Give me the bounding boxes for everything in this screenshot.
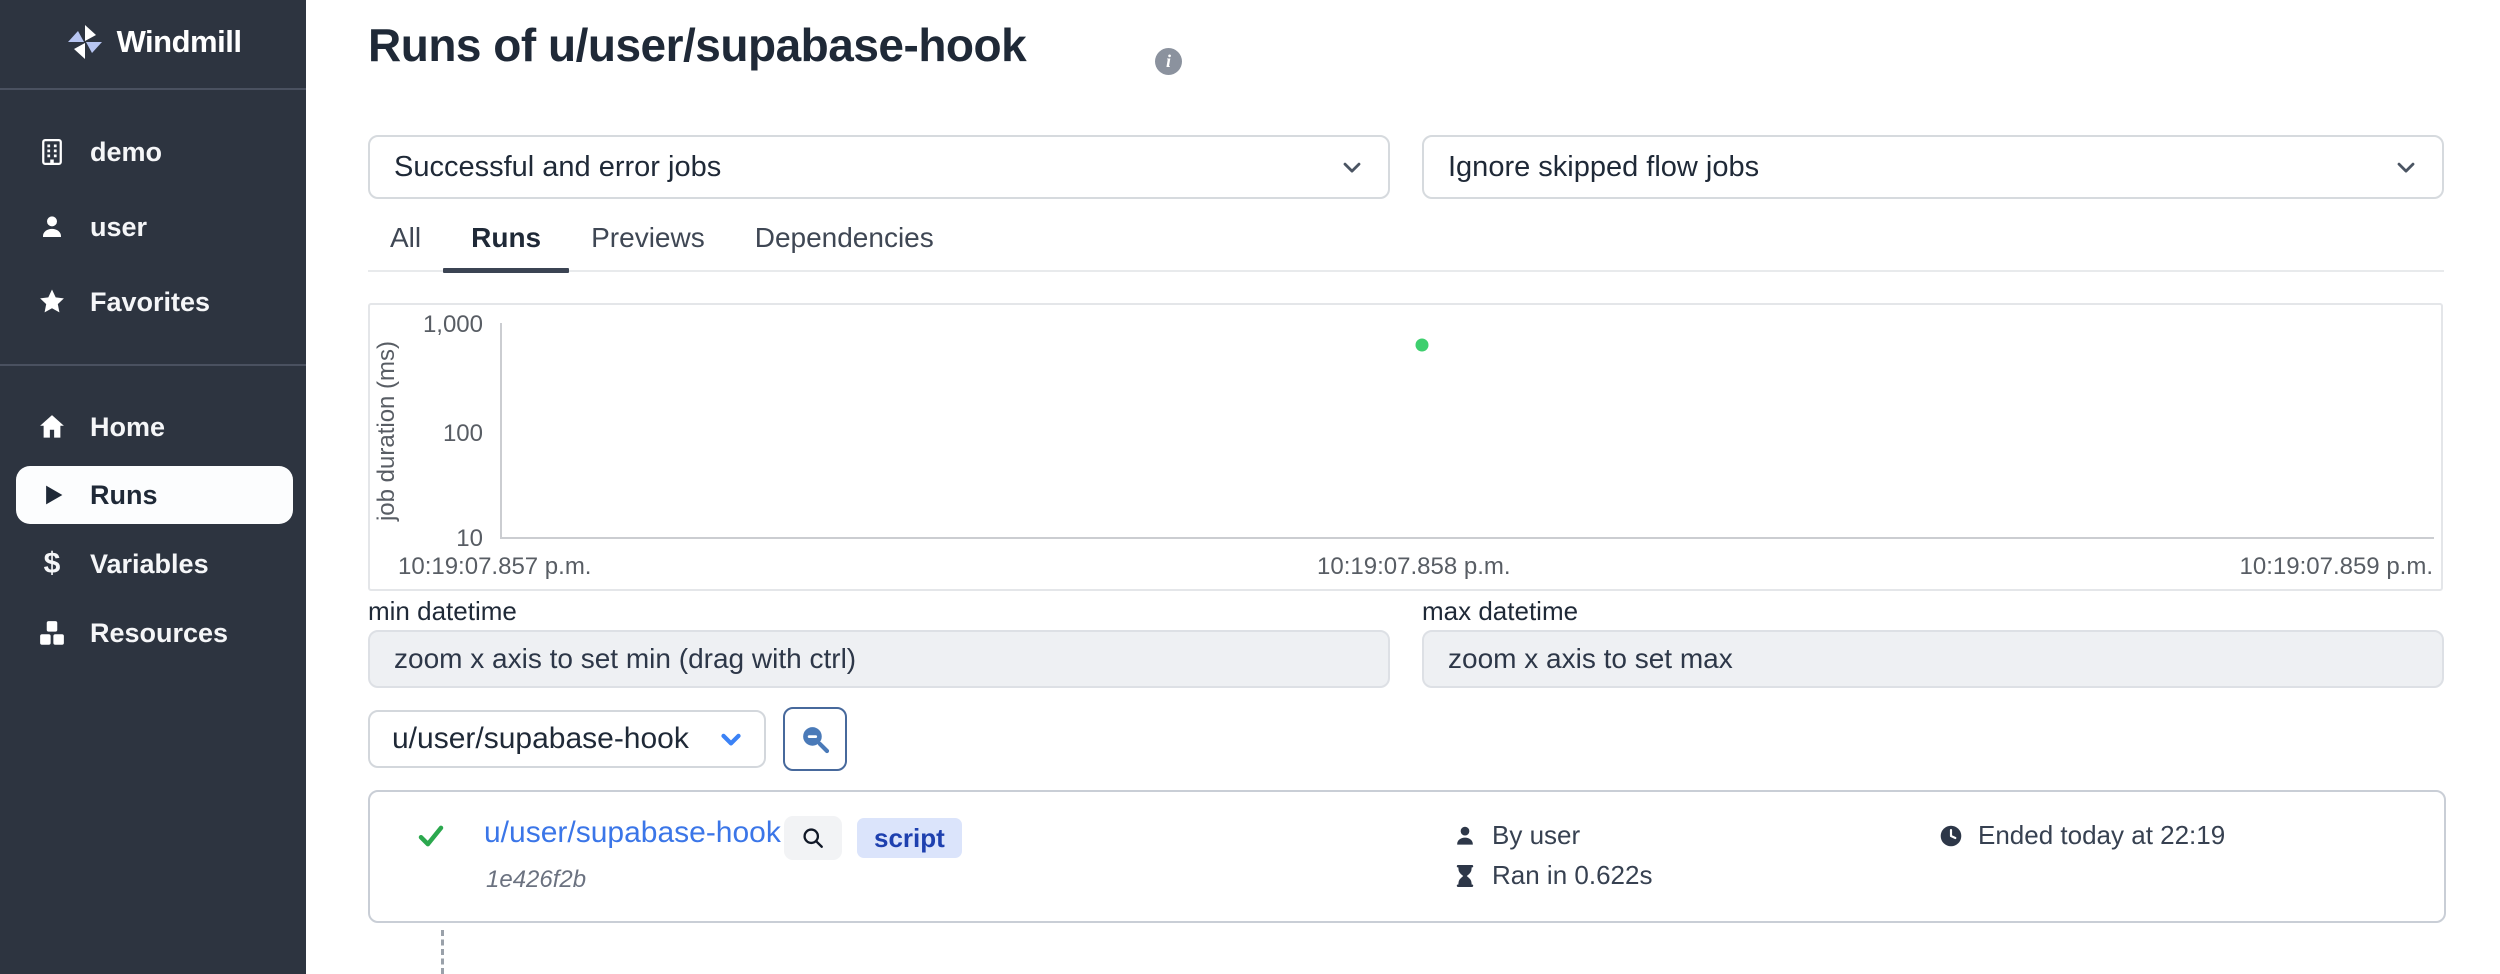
- tab-previews[interactable]: Previews: [589, 216, 707, 270]
- hourglass-icon: [1452, 863, 1478, 889]
- min-datetime-input[interactable]: [368, 630, 1390, 688]
- main-content: Runs of u/user/supabase-hook i Successfu…: [306, 0, 2500, 974]
- chevron-down-icon: [2392, 153, 2420, 181]
- user-icon: [36, 211, 68, 243]
- sidebar-item-workspace[interactable]: demo: [0, 129, 306, 175]
- username-label: user: [90, 212, 147, 243]
- zoom-out-button[interactable]: [783, 707, 847, 771]
- sidebar-divider: [0, 364, 306, 366]
- chevron-down-icon: [1338, 153, 1366, 181]
- y-tick: 10: [393, 525, 483, 553]
- max-datetime-input[interactable]: [1422, 630, 2444, 688]
- building-icon: [36, 136, 68, 168]
- info-icon[interactable]: i: [1155, 48, 1182, 75]
- chart-plot-area[interactable]: [500, 323, 2434, 539]
- y-tick: 1,000: [393, 311, 483, 339]
- flow-filter-value: Ignore skipped flow jobs: [1448, 151, 1759, 184]
- sidebar: Windmill demo: [0, 0, 306, 974]
- max-datetime-label: max datetime: [1422, 596, 1578, 627]
- windmill-runs-page: Windmill demo: [0, 0, 2500, 974]
- run-path-link[interactable]: u/user/supabase-hook: [484, 816, 781, 850]
- dollar-icon: $: [36, 548, 68, 580]
- tab-dependencies[interactable]: Dependencies: [753, 216, 936, 270]
- job-id: 1e426f2b: [486, 866, 586, 894]
- sidebar-item-variables[interactable]: $ Variables: [0, 541, 306, 587]
- status-filter-value: Successful and error jobs: [394, 151, 721, 184]
- windmill-logo-icon: [65, 22, 105, 62]
- chevron-down-icon: [716, 724, 746, 754]
- sidebar-item-favorites[interactable]: Favorites: [0, 279, 306, 325]
- sidebar-divider: [0, 88, 306, 90]
- search-icon: [799, 824, 827, 852]
- person-icon: [1452, 823, 1478, 849]
- sidebar-item-home[interactable]: Home: [0, 404, 306, 450]
- script-path-value: u/user/supabase-hook: [392, 722, 689, 756]
- resources-label: Resources: [90, 618, 228, 649]
- runs-label: Runs: [90, 480, 158, 511]
- tab-runs[interactable]: Runs: [469, 216, 543, 270]
- tab-all[interactable]: All: [388, 216, 423, 270]
- home-icon: [36, 411, 68, 443]
- play-icon: [38, 480, 68, 510]
- run-inspect-button[interactable]: [784, 816, 842, 860]
- run-meta-ended: Ended today at 22:19: [1938, 820, 2225, 851]
- page-title: Runs of u/user/supabase-hook: [368, 18, 1026, 72]
- clock-icon: [1938, 823, 1964, 849]
- x-tick: 10:19:07.857 p.m.: [398, 553, 591, 581]
- star-icon: [36, 286, 68, 318]
- duration-chart[interactable]: job duration (ms) 1,000 100 10 10:19:07.…: [368, 303, 2443, 591]
- chart-point[interactable]: [1415, 339, 1428, 352]
- timeline-dashed-connector: [441, 930, 444, 974]
- workspace-label: demo: [90, 137, 162, 168]
- success-check-icon: [416, 821, 446, 851]
- sidebar-item-runs[interactable]: Runs: [16, 466, 293, 524]
- home-label: Home: [90, 412, 165, 443]
- run-meta-by: By user: [1452, 820, 1580, 851]
- app-logo[interactable]: Windmill: [0, 14, 306, 70]
- zoom-out-icon: [797, 721, 833, 757]
- app-title: Windmill: [117, 24, 242, 60]
- cubes-icon: [36, 617, 68, 649]
- variables-label: Variables: [90, 549, 209, 580]
- x-tick: 10:19:07.858 p.m.: [1317, 553, 1510, 581]
- script-path-select[interactable]: u/user/supabase-hook: [368, 710, 766, 768]
- x-tick: 10:19:07.859 p.m.: [2240, 553, 2433, 581]
- sidebar-item-resources[interactable]: Resources: [0, 610, 306, 656]
- sidebar-item-user[interactable]: user: [0, 204, 306, 250]
- y-tick: 100: [393, 420, 483, 448]
- min-datetime-label: min datetime: [368, 596, 517, 627]
- run-kind-tabs: All Runs Previews Dependencies: [368, 216, 2444, 272]
- status-filter-select[interactable]: Successful and error jobs: [368, 135, 1390, 199]
- job-kind-badge: script: [857, 818, 962, 858]
- run-meta-duration: Ran in 0.622s: [1452, 860, 1652, 891]
- flow-filter-select[interactable]: Ignore skipped flow jobs: [1422, 135, 2444, 199]
- run-row[interactable]: u/user/supabase-hook script 1e426f2b: [368, 790, 2446, 923]
- favorites-label: Favorites: [90, 287, 210, 318]
